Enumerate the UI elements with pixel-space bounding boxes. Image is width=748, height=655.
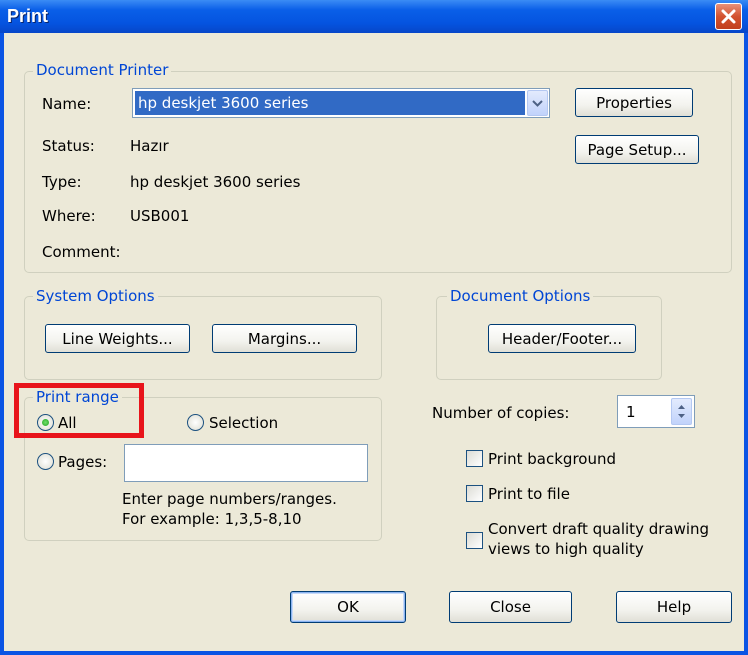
window-close-button[interactable] [715,3,742,30]
pages-hint-line1: Enter page numbers/ranges. [122,490,337,508]
pages-radio-label[interactable]: Pages: [58,453,107,471]
copies-label: Number of copies: [432,404,570,422]
close-icon [721,9,736,24]
print-dialog-window: Print Document Printer Name: hp deskjet … [0,0,748,655]
convert-quality-label-line2[interactable]: views to high quality [488,540,644,558]
title-bar[interactable]: Print [0,0,748,33]
document-options-legend: Document Options [447,287,594,305]
pages-hint-line2: For example: 1,3,5-8,10 [122,510,302,528]
printer-name-select[interactable]: hp deskjet 3600 series [132,88,550,118]
pages-input[interactable] [124,444,368,482]
printer-name-value: hp deskjet 3600 series [138,94,309,112]
comment-label: Comment: [42,243,121,261]
print-to-file-label[interactable]: Print to file [488,485,570,503]
selection-radio-label[interactable]: Selection [209,414,278,432]
ok-button[interactable]: OK [290,591,406,623]
document-printer-legend: Document Printer [33,61,172,79]
header-footer-button[interactable]: Header/Footer... [488,324,636,353]
close-button[interactable]: Close [449,591,572,623]
convert-quality-label-line1[interactable]: Convert draft quality drawing [488,520,709,538]
margins-button[interactable]: Margins... [212,324,357,353]
print-to-file-checkbox[interactable] [466,485,483,502]
convert-quality-checkbox[interactable] [466,532,483,549]
copies-value: 1 [626,403,636,421]
print-background-label[interactable]: Print background [488,450,616,468]
properties-button[interactable]: Properties [575,88,693,117]
printer-name-selected: hp deskjet 3600 series [135,91,525,115]
where-label: Where: [42,207,96,225]
spin-arrows-icon [678,405,685,418]
status-label: Status: [42,137,95,155]
page-setup-button[interactable]: Page Setup... [575,135,699,164]
type-value: hp deskjet 3600 series [130,173,301,191]
line-weights-button[interactable]: Line Weights... [45,324,190,353]
help-button[interactable]: Help [616,591,732,623]
system-options-legend: System Options [33,287,158,305]
status-value: Hazır [130,137,169,155]
pages-radio[interactable] [37,453,54,470]
print-background-checkbox[interactable] [466,450,483,467]
highlight-annotation-box [14,383,144,438]
copies-spinner[interactable]: 1 [617,395,695,428]
where-value: USB001 [130,207,190,225]
type-label: Type: [42,173,82,191]
chevron-down-icon [532,100,543,107]
name-label: Name: [42,95,92,113]
printer-dropdown-button[interactable] [527,90,548,116]
dialog-body: Document Printer Name: hp deskjet 3600 s… [4,33,744,651]
selection-radio[interactable] [187,414,204,431]
window-title: Print [7,6,49,26]
copies-spin-buttons[interactable] [671,398,692,425]
